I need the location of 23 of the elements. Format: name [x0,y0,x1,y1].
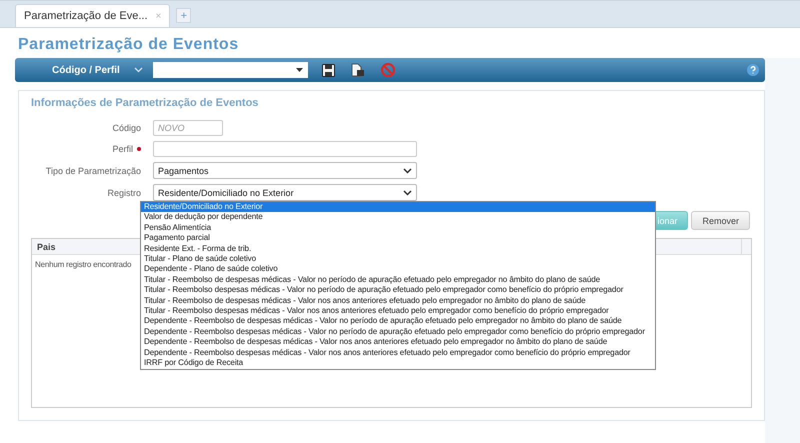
page-title: Parametrização de Eventos [17,35,240,55]
select-field[interactable]: Residente/Domiciliado no Exterior [153,184,417,201]
search-label: Código / Perfil [52,64,120,76]
chevron-down-icon [403,190,412,196]
field-label: Tipo de Parametrização [46,166,141,176]
select-field[interactable]: Pagamentos [153,162,417,179]
empty-message: Nenhum registro encontrado [35,260,132,269]
caret-icon[interactable] [134,67,143,73]
tab[interactable]: Parametrização de Eve... × [15,4,170,27]
caret-icon [296,68,303,72]
field-label: Código [112,123,141,133]
field-label: Registro [107,188,141,198]
remove-button[interactable]: Remover [691,211,750,230]
field-label: Perfil [112,144,141,154]
chevron-down-icon [403,168,412,174]
dropdown-option[interactable]: Residente/Domiciliado no Exterior [141,202,655,212]
section-title: Informações de Parametrização de Eventos [31,97,260,109]
input-field[interactable]: NOVO [153,120,223,136]
input-field[interactable] [153,141,417,157]
help-icon[interactable] [747,64,759,76]
save-as-icon[interactable] [350,63,365,77]
save-icon[interactable] [322,64,335,76]
required-icon [137,147,141,151]
